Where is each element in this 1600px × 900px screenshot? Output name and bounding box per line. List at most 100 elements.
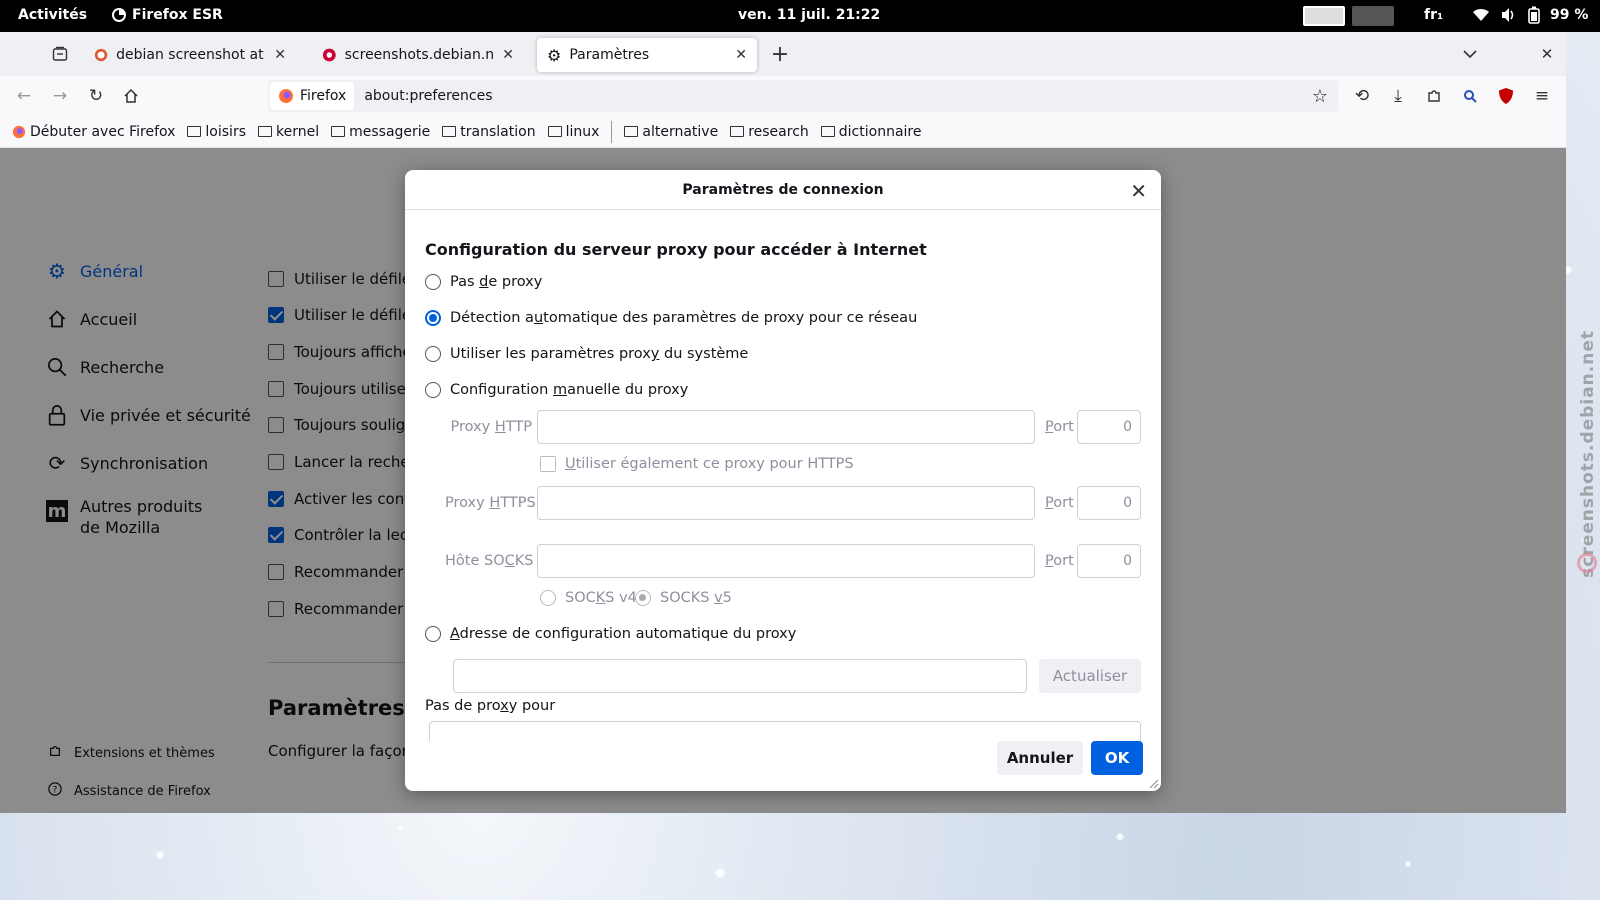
radio-label: Utiliser les paramètres proxy du système (450, 346, 749, 362)
folder-icon (624, 126, 639, 137)
system-menu[interactable]: 99 % (1472, 6, 1588, 24)
tab-title: debian screenshot at Duc (116, 47, 266, 63)
bookmark-label: dictionnaire (838, 123, 922, 140)
bookmark-folder-research[interactable]: research (730, 124, 809, 140)
dialog-close-icon[interactable]: ✕ (1130, 179, 1147, 203)
refresh-button[interactable]: Actualiser (1039, 659, 1141, 693)
tab-screenshots[interactable]: screenshots.debian.net ✕ (312, 38, 524, 72)
keyboard-layout[interactable]: fr₁ (1424, 7, 1443, 23)
firefox-logo-icon (12, 125, 26, 138)
radio-button[interactable] (425, 626, 441, 642)
back-arrow-icon[interactable]: ← (14, 86, 34, 106)
https-port-input[interactable]: 0 (1077, 486, 1141, 520)
radio-no-proxy[interactable]: Pas de proxy (425, 274, 542, 290)
radio-label: Adresse de configuration automatique du … (450, 626, 797, 642)
home-icon[interactable] (121, 86, 141, 106)
search-extension-icon[interactable] (1460, 86, 1480, 106)
list-tabs-chevron-down-icon[interactable] (1460, 44, 1480, 64)
bookmark-folder-linux[interactable]: linux (547, 123, 600, 140)
folder-icon (258, 126, 272, 137)
pac-url-input[interactable] (453, 659, 1027, 693)
bookmark-folder-alternative[interactable]: alternative (624, 124, 718, 140)
wifi-icon (1473, 8, 1489, 21)
https-proxy-input[interactable] (537, 486, 1035, 520)
bookmark-label: kernel (276, 123, 320, 140)
bookmark-label: loisirs (205, 123, 246, 140)
radio-auto-detect[interactable]: Détection automatique des paramètres de … (425, 310, 917, 326)
bookmark-debuter[interactable]: Débuter avec Firefox (12, 124, 175, 140)
also-https-checkbox[interactable] (540, 456, 556, 472)
radio-label: SOCKS v5 (660, 590, 732, 606)
folder-icon (547, 126, 562, 137)
identity-label: Firefox (300, 88, 347, 104)
socks-host-input[interactable] (537, 544, 1035, 578)
tab-parametres[interactable]: ⚙ Paramètres ✕ (537, 38, 757, 72)
duckduckgo-icon (94, 48, 108, 62)
bookmarks-toolbar: Débuter avec Firefox loisirs kernel mess… (0, 116, 1566, 148)
folder-icon (187, 126, 202, 137)
radio-socks-v5[interactable]: SOCKS v5 (635, 590, 732, 606)
http-port-input[interactable]: 0 (1077, 410, 1141, 444)
socks-port-label: Port (1045, 553, 1074, 569)
watermark-text: screenshots.debian.net (1578, 330, 1598, 578)
radio-button[interactable] (540, 590, 556, 606)
socks-port-input[interactable]: 0 (1077, 544, 1141, 578)
bookmark-star-icon[interactable]: ☆ (1312, 86, 1328, 107)
app-menu[interactable]: Firefox ESR (112, 7, 223, 23)
bookmark-folder-messagerie[interactable]: messagerie (331, 124, 430, 140)
radio-button-selected[interactable] (635, 590, 651, 606)
radio-button[interactable] (425, 382, 441, 398)
watermark-logo-icon (1577, 553, 1597, 573)
radio-button[interactable] (425, 346, 441, 362)
bookmark-folder-translation[interactable]: translation (442, 124, 536, 140)
tab-bar: debian screenshot at Duc ✕ screenshots.d… (0, 32, 1566, 76)
firefox-view-icon[interactable] (50, 44, 70, 64)
folder-icon (730, 126, 745, 137)
radio-button[interactable] (425, 274, 441, 290)
screenshots-site-icon (322, 48, 336, 62)
resize-grip-icon[interactable] (1149, 779, 1159, 789)
also-https-checkbox-row[interactable]: Utiliser également ce proxy pour HTTPS (540, 456, 854, 472)
url-text[interactable]: about:preferences (364, 88, 492, 104)
radio-pac-url[interactable]: Adresse de configuration automatique du … (425, 626, 796, 642)
reload-icon[interactable]: ↻ (86, 86, 106, 106)
tab-close-icon[interactable]: ✕ (502, 47, 514, 63)
bookmark-folder-loisirs[interactable]: loisirs (187, 124, 246, 140)
workspace-2[interactable] (1352, 6, 1394, 26)
radio-socks-v4[interactable]: SOCKS v4 (540, 590, 637, 606)
ublock-shield-icon[interactable] (1496, 86, 1516, 106)
identity-badge[interactable]: Firefox (270, 82, 355, 110)
bookmark-label: alternative (642, 123, 719, 140)
downloads-icon[interactable]: ⤓ (1388, 86, 1408, 106)
new-tab-icon[interactable]: + (770, 42, 790, 67)
url-bar[interactable]: Firefox about:preferences ☆ (268, 80, 1338, 112)
bookmark-label: linux (565, 123, 600, 140)
tab-close-icon[interactable]: ✕ (735, 47, 747, 63)
https-port-label: Port (1045, 495, 1074, 511)
workspace-1[interactable] (1303, 6, 1345, 26)
firefox-logo-icon (279, 89, 293, 103)
history-icon[interactable]: ⟲ (1352, 86, 1372, 106)
tab-close-icon[interactable]: ✕ (274, 47, 286, 63)
clock[interactable]: ven. 11 juil. 21:22 (738, 7, 880, 23)
bookmark-folder-dictionnaire[interactable]: dictionnaire (820, 123, 922, 140)
dialog-title: Paramètres de connexion (682, 181, 884, 198)
radio-manual-proxy[interactable]: Configuration manuelle du proxy (425, 382, 688, 398)
tab-duckduckgo[interactable]: debian screenshot at Duc ✕ (84, 38, 296, 72)
hamburger-menu-icon[interactable]: ≡ (1532, 86, 1552, 106)
http-proxy-label: Proxy HTTP (450, 419, 532, 435)
ok-button[interactable]: OK (1091, 741, 1143, 775)
no-proxy-textarea[interactable] (429, 721, 1141, 741)
bookmark-folder-kernel[interactable]: kernel (258, 124, 319, 140)
radio-button-selected[interactable] (425, 310, 441, 326)
activities-button[interactable]: Activités (18, 7, 87, 23)
window-close-icon[interactable]: ✕ (1537, 44, 1557, 64)
extensions-puzzle-icon[interactable] (1424, 86, 1444, 106)
battery-icon (1528, 6, 1540, 24)
radio-system-proxy[interactable]: Utiliser les paramètres proxy du système (425, 346, 748, 362)
dialog-header: Paramètres de connexion ✕ (405, 170, 1161, 210)
forward-arrow-icon[interactable]: → (50, 86, 70, 106)
cancel-button[interactable]: Annuler (997, 741, 1083, 775)
radio-label: Pas de proxy (450, 274, 543, 290)
http-proxy-input[interactable] (537, 410, 1035, 444)
